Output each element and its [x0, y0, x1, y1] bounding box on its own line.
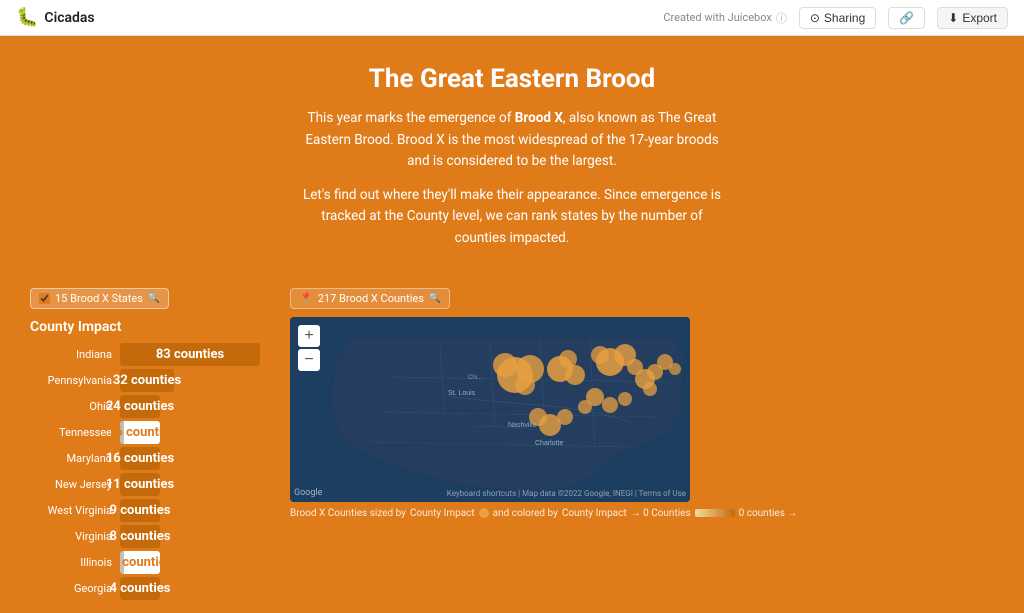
- pin-icon: 📍: [299, 292, 313, 305]
- county-row: Maryland16 counties: [30, 447, 270, 470]
- google-watermark: Google: [294, 488, 322, 498]
- map-search-icon: 🔍: [429, 293, 441, 304]
- county-impact-title: County Impact: [30, 319, 270, 335]
- search-icon: 🔍: [148, 293, 160, 304]
- map-attribution: Keyboard shortcuts | Map data ©2022 Goog…: [447, 489, 686, 498]
- link-icon: 🔗: [899, 11, 914, 25]
- county-row: Tennessee16 counties: [30, 421, 270, 444]
- created-with-label: Created with Juicebox ⓘ: [663, 10, 787, 26]
- county-bar-wrapper: 4 counties: [120, 551, 270, 574]
- county-bar[interactable]: 9 counties: [120, 499, 160, 522]
- color-bar: [695, 509, 735, 517]
- county-bar-wrapper: 4 counties: [120, 577, 270, 600]
- county-bar-wrapper: 11 counties: [120, 473, 270, 496]
- county-bar-wrapper: 24 counties: [120, 395, 270, 418]
- state-filter-checkbox[interactable]: [39, 293, 50, 304]
- export-icon: ⬇: [948, 11, 958, 25]
- county-bar-wrapper: 32 counties: [120, 369, 270, 392]
- county-bar[interactable]: 32 counties: [120, 369, 174, 392]
- county-bar-wrapper: 83 counties: [120, 343, 270, 366]
- state-filter-label: 15 Brood X States: [55, 292, 143, 305]
- hero-para1: This year marks the emergence of Brood X…: [302, 108, 722, 173]
- hero-section: The Great Eastern Brood This year marks …: [0, 36, 1024, 278]
- county-state-label: Georgia: [30, 582, 120, 595]
- county-row: New Jersey11 counties: [30, 473, 270, 496]
- county-bar[interactable]: 8 counties: [120, 525, 160, 548]
- state-filter-badge[interactable]: 15 Brood X States 🔍: [30, 288, 169, 309]
- county-state-label: Pennsylvania: [30, 374, 120, 387]
- sharing-icon: ⊙: [810, 11, 820, 25]
- export-button[interactable]: ⬇ Export: [937, 7, 1008, 29]
- logo: 🐛 Cicadas: [16, 7, 95, 28]
- map-filter-label: 217 Brood X Counties: [318, 292, 424, 305]
- zoom-out-button[interactable]: −: [298, 349, 320, 371]
- map-container: St. Louis Nashville Charlotte Chi...: [290, 317, 690, 502]
- county-state-label: West Virginia: [30, 504, 120, 517]
- main-content: 15 Brood X States 🔍 County Impact Indian…: [0, 278, 1024, 613]
- county-row: Pennsylvania32 counties: [30, 369, 270, 392]
- county-bar-wrapper: 16 counties: [120, 421, 270, 444]
- county-row: West Virginia9 counties: [30, 499, 270, 522]
- link-button[interactable]: 🔗: [888, 7, 925, 29]
- map-filter-badge[interactable]: 📍 217 Brood X Counties 🔍: [290, 288, 450, 309]
- county-bar[interactable]: 83 counties: [120, 343, 260, 366]
- left-panel: 15 Brood X States 🔍 County Impact Indian…: [30, 288, 270, 603]
- county-bar[interactable]: 4 counties: [120, 551, 160, 574]
- county-bar[interactable]: 4 counties: [120, 577, 160, 600]
- svg-text:Chi...: Chi...: [468, 375, 482, 381]
- county-row: Indiana83 counties: [30, 343, 270, 366]
- logo-icon: 🐛: [16, 7, 38, 28]
- county-state-label: Illinois: [30, 556, 120, 569]
- info-icon: ⓘ: [776, 10, 787, 26]
- header-actions: Created with Juicebox ⓘ ⊙ Sharing 🔗 ⬇ Ex…: [663, 7, 1008, 29]
- county-bar[interactable]: 16 counties: [120, 447, 160, 470]
- app-header: 🐛 Cicadas Created with Juicebox ⓘ ⊙ Shar…: [0, 0, 1024, 36]
- county-list: Indiana83 countiesPennsylvania32 countie…: [30, 343, 270, 603]
- county-state-label: Virginia: [30, 530, 120, 543]
- zoom-in-button[interactable]: +: [298, 325, 320, 347]
- hero-para2: Let's find out where they'll make their …: [302, 185, 722, 250]
- map-area: 📍 217 Brood X Counties 🔍: [290, 288, 994, 603]
- county-state-label: Indiana: [30, 348, 120, 361]
- sharing-button[interactable]: ⊙ Sharing: [799, 7, 876, 29]
- county-row: Virginia8 counties: [30, 525, 270, 548]
- county-bar[interactable]: 11 counties: [120, 473, 160, 496]
- county-state-label: Tennessee: [30, 426, 120, 439]
- hero-title: The Great Eastern Brood: [20, 64, 1004, 94]
- county-bar[interactable]: 24 counties: [120, 395, 160, 418]
- county-bar-wrapper: 9 counties: [120, 499, 270, 522]
- svg-text:St. Louis: St. Louis: [448, 390, 476, 397]
- county-bar[interactable]: 16 counties: [120, 421, 160, 444]
- county-bar-wrapper: 16 counties: [120, 447, 270, 470]
- county-bar-wrapper: 8 counties: [120, 525, 270, 548]
- svg-text:Charlotte: Charlotte: [535, 440, 564, 447]
- logo-text: Cicadas: [44, 10, 94, 26]
- county-row: Ohio24 counties: [30, 395, 270, 418]
- county-row: Georgia4 counties: [30, 577, 270, 600]
- county-row: Illinois4 counties: [30, 551, 270, 574]
